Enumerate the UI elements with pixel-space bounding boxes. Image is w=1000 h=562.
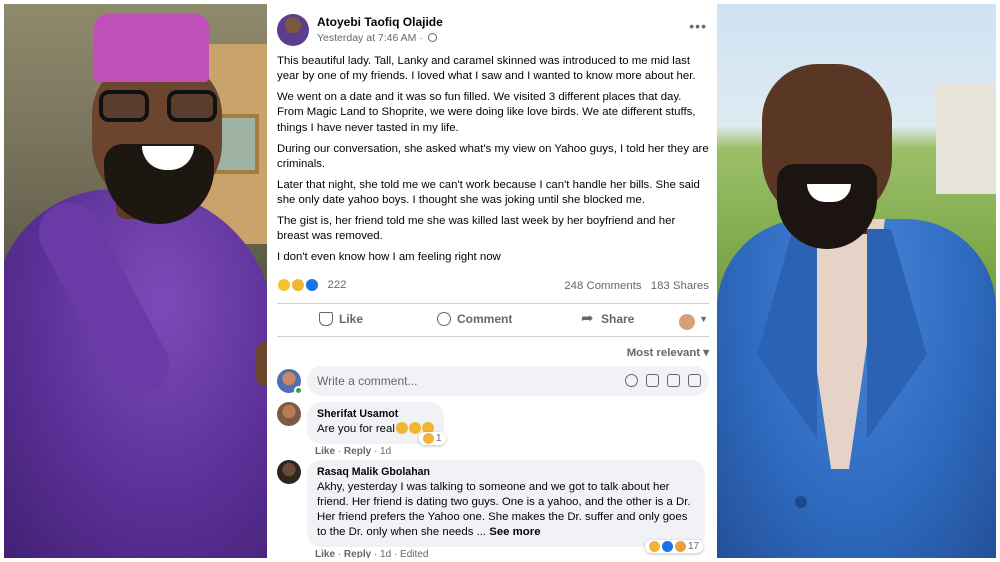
author-name[interactable]: Atoyebi Taofiq Olajide: [317, 15, 443, 29]
comment-actions: Like · Reply · 1d: [315, 446, 391, 457]
sticker-icon[interactable]: [688, 374, 701, 387]
see-more-link[interactable]: See more: [489, 526, 540, 538]
wow-reaction-icon: [277, 278, 291, 292]
haha-reaction-icon: [423, 433, 434, 444]
post-stats: 222 248 Comments 183 Shares: [277, 278, 709, 296]
comment-age: · 1d: [373, 446, 392, 457]
comment-reaction-count: 1: [436, 433, 442, 444]
post-paragraph: During our conversation, she asked what'…: [277, 142, 709, 170]
commenter-name[interactable]: Rasaq Malik Gbolahan: [317, 466, 695, 478]
more-icon[interactable]: •••: [689, 18, 707, 34]
grin-emoji-icon: [408, 422, 421, 434]
commenter-name[interactable]: Sherifat Usamot: [317, 408, 434, 420]
share-label: Share: [601, 312, 635, 326]
haha-reaction-icon: [649, 541, 660, 552]
like-button[interactable]: Like: [319, 312, 363, 326]
divider: [277, 303, 709, 304]
glasses: [99, 90, 217, 124]
commenter-avatar[interactable]: [277, 402, 301, 426]
divider: [277, 336, 709, 337]
share-arrow-icon: [581, 309, 595, 327]
comment: Sherifat Usamot Are you for real 1 Like …: [277, 402, 709, 458]
comment-label: Comment: [457, 312, 513, 326]
background-house: [936, 84, 996, 194]
post-actions: Like Comment Share ▼: [277, 308, 709, 334]
comment-like-link[interactable]: Like: [315, 446, 335, 457]
wow-reaction-icon: [675, 541, 686, 552]
link-separator: ·: [337, 446, 342, 457]
gif-icon[interactable]: [667, 374, 680, 387]
comment-reaction-pill[interactable]: 17: [645, 540, 704, 553]
comment-reply-link[interactable]: Reply: [344, 446, 371, 457]
chevron-down-icon[interactable]: ▼: [699, 314, 708, 324]
comment-bubble-icon: [437, 312, 451, 326]
comment: Rasaq Malik Gbolahan Akhy, yesterday I w…: [277, 460, 709, 558]
comment-like-link[interactable]: Like: [315, 549, 335, 558]
comment-text-content: Are you for real: [317, 423, 395, 435]
meta-separator: ·: [419, 32, 423, 44]
pink-cap: [94, 14, 209, 82]
emoji-icon[interactable]: [625, 374, 638, 387]
link-separator: ·: [337, 549, 342, 558]
engagement-counts: 248 Comments 183 Shares: [564, 280, 709, 292]
post-paragraph: We went on a date and it was so fun fill…: [277, 91, 696, 134]
commenter-avatar[interactable]: [277, 460, 301, 484]
post-paragraph: The gist is, her friend told me she was …: [277, 215, 676, 243]
like-label: Like: [339, 312, 364, 326]
reaction-summary[interactable]: 222: [277, 278, 347, 292]
author-avatar[interactable]: [277, 14, 309, 46]
composer-icons: [625, 374, 701, 387]
post-paragraph: Later that night, she told me we can't w…: [277, 178, 700, 207]
thumb-icon: [319, 312, 333, 326]
comment-box[interactable]: [307, 366, 709, 396]
comment-text: Are you for real: [317, 422, 434, 437]
comment-reaction-pill[interactable]: 1: [419, 432, 446, 445]
comment-input[interactable]: [317, 366, 597, 396]
like-reaction-icon: [662, 541, 673, 552]
facebook-post-card: Atoyebi Taofiq Olajide Yesterday at 7:46…: [267, 4, 717, 558]
online-status-dot: [294, 386, 303, 395]
reaction-count: 222: [327, 279, 347, 291]
left-photo: [4, 4, 267, 558]
post-paragraph: I don't even know how I am feeling right…: [277, 251, 501, 264]
like-reaction-icon: [305, 278, 320, 292]
globe-icon: [427, 33, 437, 42]
post-paragraph: This beautiful lady. Tall, Lanky and car…: [277, 55, 696, 83]
post-header: Atoyebi Taofiq Olajide Yesterday at 7:46…: [277, 14, 709, 50]
share-button[interactable]: Share: [581, 309, 635, 327]
post-body: This beautiful lady. Tall, Lanky and car…: [277, 54, 709, 271]
comment-text: Akhy, yesterday I was talking to someone…: [317, 480, 695, 540]
right-photo: [717, 4, 996, 558]
comment-actions: Like · Reply · 1d · Edited: [315, 549, 428, 558]
post-timestamp[interactable]: Yesterday at 7:46 AM: [317, 32, 416, 44]
comment-composer: [277, 366, 709, 396]
shares-count[interactable]: 183 Shares: [651, 280, 709, 292]
viewer-avatar[interactable]: [679, 314, 695, 330]
comment-reply-link[interactable]: Reply: [344, 549, 371, 558]
suit-button: [795, 496, 807, 508]
comment-age: · 1d · Edited: [373, 549, 429, 558]
comments-count[interactable]: 248 Comments: [564, 280, 641, 292]
grin-emoji-icon: [395, 422, 408, 434]
comment-bubble: Rasaq Malik Gbolahan Akhy, yesterday I w…: [307, 460, 705, 547]
hand: [256, 342, 267, 386]
camera-icon[interactable]: [646, 374, 659, 387]
sad-reaction-icon: [291, 278, 306, 292]
comment-reaction-count: 17: [688, 541, 700, 552]
post-meta: Yesterday at 7:46 AM ·: [317, 32, 437, 44]
comment-button[interactable]: Comment: [437, 312, 512, 326]
comment-sort-dropdown[interactable]: Most relevant ▾: [627, 345, 709, 359]
